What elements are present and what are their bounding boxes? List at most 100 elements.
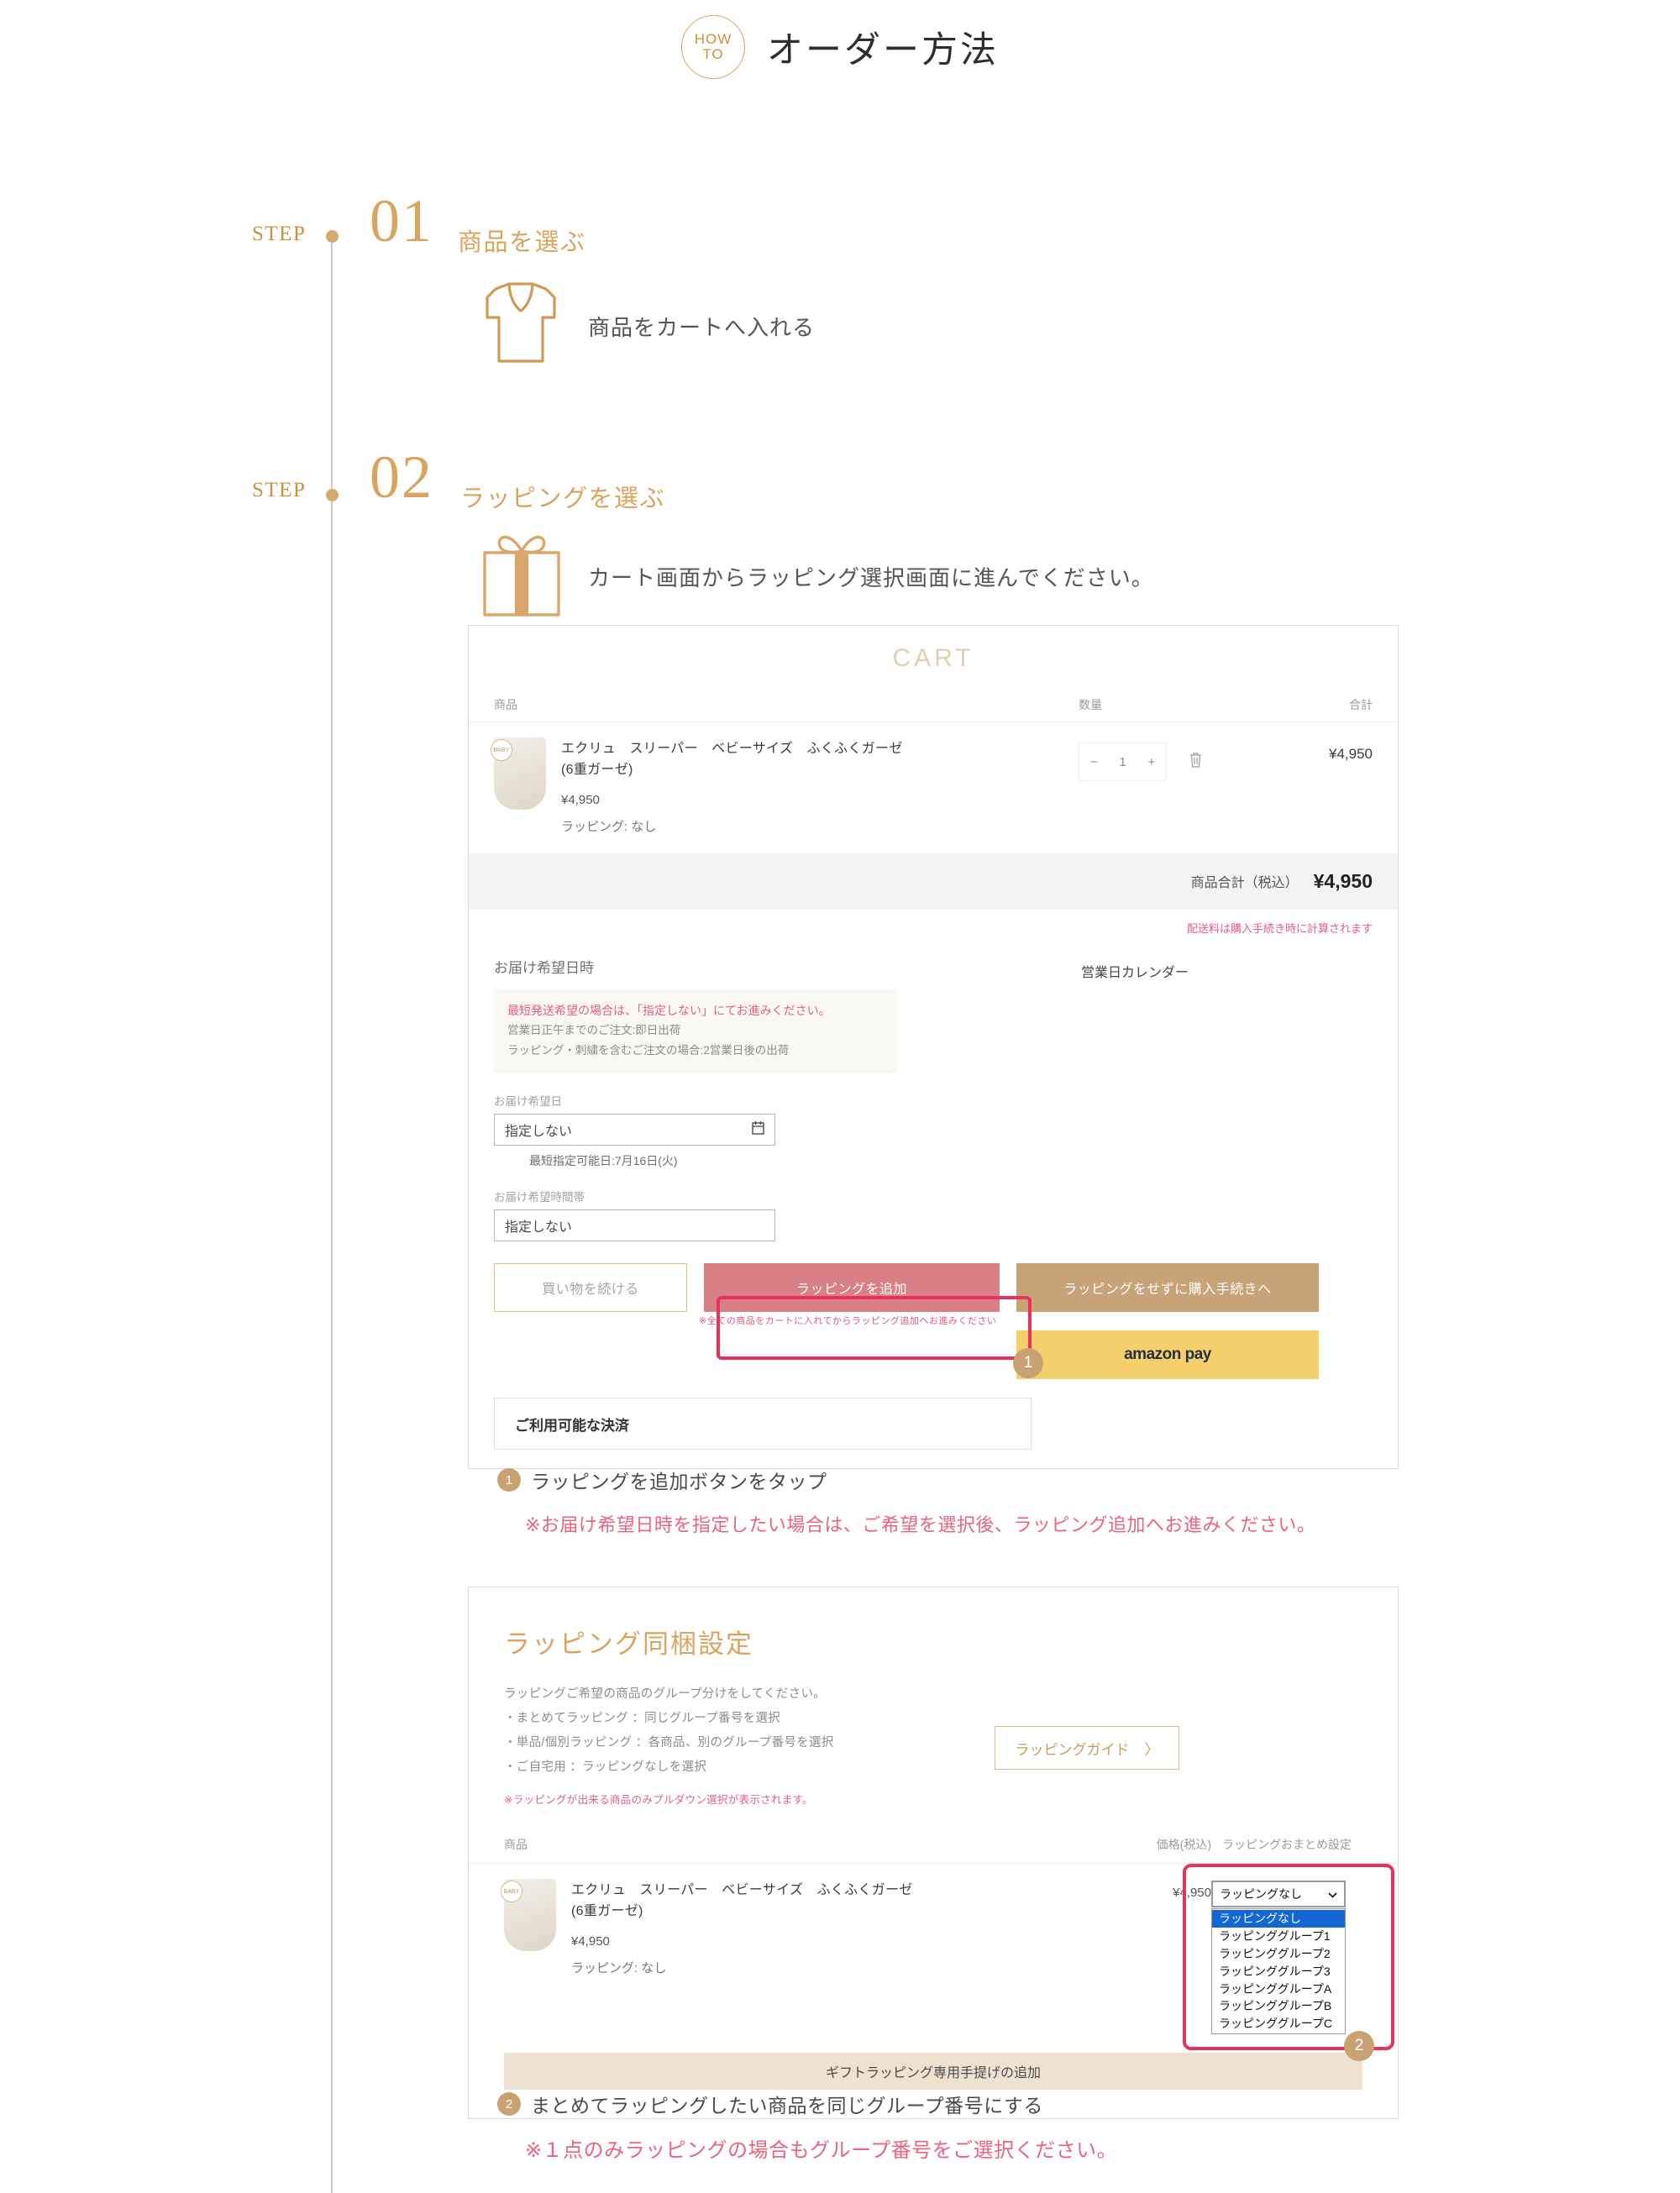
wrapping-table-header: 商品 価格(税込) ラッピングおまとめ設定 bbox=[469, 1811, 1398, 1863]
annotation-2-note: ※１点のみラッピングの場合もグループ番号をご選択ください。 bbox=[525, 2139, 1118, 2162]
delivery-heading: お届け希望日時 bbox=[494, 959, 594, 976]
wrapping-title: ラッピング同梱設定 bbox=[504, 1629, 753, 1659]
calendar-icon[interactable] bbox=[752, 1120, 764, 1139]
trash-icon[interactable] bbox=[1189, 752, 1203, 773]
qty-increase-button[interactable]: + bbox=[1137, 755, 1166, 769]
delivery-date-value: 指定しない bbox=[505, 1125, 573, 1140]
step1-number: 01 bbox=[370, 187, 433, 254]
cart-col-product: 商品 bbox=[494, 698, 517, 711]
chevron-right-icon: 〉 bbox=[1144, 1741, 1159, 1758]
wrapping-item-thumbnail[interactable]: BABY bbox=[501, 1879, 556, 1951]
baby-badge: BABY bbox=[491, 739, 512, 761]
subtotal-value: ¥4,950 bbox=[1313, 869, 1373, 892]
cart-subtotal-bar: 商品合計（税込） ¥4,950 bbox=[469, 853, 1398, 910]
cart-item-info: エクリュ スリーパー ベビーサイズ ふくふくガーゼ(6重ガーゼ) ¥4,950 … bbox=[561, 737, 1079, 835]
cart-col-qty: 数量 bbox=[1079, 698, 1102, 711]
delivery-right: 営業日カレンダー bbox=[897, 956, 1373, 1242]
annotation-2-text: まとめてラッピングしたい商品を同じグループ番号にする bbox=[531, 2095, 1043, 2117]
right-button-stack: ラッピングをせずに購入手続きへ amazon pay bbox=[1016, 1263, 1319, 1380]
wrapping-item-name[interactable]: エクリュ スリーパー ベビーサイズ ふくふくガーゼ(6重ガーゼ) bbox=[571, 1881, 924, 1923]
delivery-date-label: お届け希望日 bbox=[494, 1095, 562, 1109]
step1-title: 商品を選ぶ bbox=[458, 229, 586, 256]
cart-item-thumbnail[interactable]: BABY bbox=[491, 737, 546, 810]
wrapping-option-3[interactable]: ラッピンググループ3 bbox=[1212, 1963, 1345, 1981]
delivery-notice-box: 最短発送希望の場合は、「指定しない」にてお進みください。 営業日正午までのご注文… bbox=[494, 988, 897, 1074]
wrapping-item-wrapping: ラッピング: なし bbox=[571, 1960, 667, 1975]
page-header: HOW TO オーダー方法 bbox=[0, 15, 1680, 79]
wrapping-guide-button[interactable]: ラッピングガイド 〉 bbox=[995, 1726, 1179, 1770]
wrapping-col-product: 商品 bbox=[504, 1838, 528, 1851]
payment-methods-heading: ご利用可能な決済 bbox=[515, 1417, 629, 1434]
amazon-pay-button[interactable]: amazon pay bbox=[1016, 1330, 1319, 1380]
add-wrapping-label: ラッピングを追加 bbox=[795, 1283, 907, 1298]
wrapping-screenshot: ラッピング同梱設定 ラッピングご希望の商品のグループ分けをしてください。 ・まと… bbox=[468, 1587, 1399, 2120]
delivery-time-value: 指定しない bbox=[505, 1220, 573, 1236]
wrapping-group-select[interactable]: ラッピングなし bbox=[1211, 1881, 1346, 1907]
page-title: オーダー方法 bbox=[767, 31, 999, 71]
wrapping-desc-line1: ラッピングご希望の商品のグループ分けをしてください。 bbox=[504, 1687, 827, 1701]
wrapping-description-text: ラッピングご希望の商品のグループ分けをしてください。 ・まとめてラッピング ：同… bbox=[504, 1682, 941, 1811]
wrapping-desc-red: ※ラッピングが出来る商品のみプルダウン選択が表示されます。 bbox=[504, 1794, 813, 1806]
annotation-1: 1 ラッピングを追加ボタンをタップ bbox=[497, 1466, 827, 1494]
delivery-time-input[interactable]: 指定しない bbox=[494, 1209, 775, 1242]
annotation-2-bubble: 2 bbox=[497, 2092, 521, 2116]
wrapping-item-row: BABY エクリュ スリーパー ベビーサイズ ふくふくガーゼ(6重ガーゼ) ¥4… bbox=[469, 1863, 1398, 2053]
cart-item-wrapping: ラッピング: なし bbox=[561, 819, 657, 834]
no-wrapping-checkout-button[interactable]: ラッピングをせずに購入手続きへ bbox=[1016, 1263, 1319, 1313]
qty-value[interactable]: 1 bbox=[1108, 755, 1137, 769]
marker-badge-2: 2 bbox=[1344, 2031, 1374, 2061]
delivery-date-input[interactable]: 指定しない bbox=[494, 1114, 775, 1146]
subtotal-label: 商品合計（税込） bbox=[1190, 876, 1299, 891]
timeline-line bbox=[325, 230, 339, 2193]
wrapping-desc-line3: ・単品/個別ラッピング ：各商品、別のグループ番号を選択 bbox=[504, 1736, 834, 1750]
wrapping-item-price: ¥4,950 bbox=[571, 1933, 610, 1949]
delivery-notice-line1: 営業日正午までのご注文:即日出荷 bbox=[507, 1024, 681, 1037]
timeline-dot-step1 bbox=[325, 230, 339, 243]
wrapping-option-1[interactable]: ラッピンググループ1 bbox=[1212, 1928, 1345, 1945]
wrapping-desc-line4: ・ご自宅用 ：ラッピングなしを選択 bbox=[504, 1760, 707, 1774]
add-wrapping-note: ※全ての商品をカートに入れてからラッピング追加へお進みください bbox=[699, 1316, 997, 1327]
chevron-down-icon[interactable] bbox=[1328, 1887, 1337, 1901]
payment-methods-box: ご利用可能な決済 bbox=[494, 1398, 1032, 1451]
add-wrapping-button[interactable]: ラッピングを追加 ※全ての商品をカートに入れてからラッピング追加へお進みください bbox=[699, 1263, 1000, 1326]
business-calendar-label: 営業日カレンダー bbox=[1080, 965, 1189, 980]
wrapping-col-price: 価格(税込) bbox=[1156, 1838, 1211, 1851]
cart-item-name[interactable]: エクリュ スリーパー ベビーサイズ ふくふくガーゼ(6重ガーゼ) bbox=[561, 739, 914, 781]
step2-caption: カート画面からラッピング選択画面に進んでください。 bbox=[588, 565, 1154, 590]
how-to-badge-line2: TO bbox=[702, 46, 724, 62]
gift-handle-bar-button[interactable]: ギフトラッピング専用手提げの追加 bbox=[504, 2053, 1362, 2091]
page-root: HOW TO オーダー方法 STEP 01 商品を選ぶ 商品をカートへ入れる S… bbox=[0, 0, 1680, 2193]
quantity-stepper[interactable]: − 1 + bbox=[1079, 742, 1167, 781]
qty-decrease-button[interactable]: − bbox=[1079, 755, 1108, 769]
wrapping-item-price-col: ¥4,950 bbox=[1173, 1886, 1211, 1900]
wrapping-option-0[interactable]: ラッピングなし bbox=[1212, 1910, 1345, 1928]
how-to-badge-icon: HOW TO bbox=[681, 15, 745, 79]
wrapping-item-info: エクリュ スリーパー ベビーサイズ ふくふくガーゼ(6重ガーゼ) ¥4,950 … bbox=[571, 1879, 1131, 1976]
delivery-notice-red: 最短発送希望の場合は、「指定しない」にてお進みください。 bbox=[507, 1003, 831, 1017]
delivery-section: お届け希望日時 最短発送希望の場合は、「指定しない」にてお進みください。 営業日… bbox=[469, 936, 1398, 1242]
wrapping-group-select-holder: ラッピングなし ラッピングなし ラッピンググループ1 ラッピンググループ2 ラッ… bbox=[1211, 1879, 1362, 2035]
gift-icon bbox=[476, 527, 569, 622]
wrapping-desc-line2: ・まとめてラッピング ：同じグループ番号を選択 bbox=[504, 1712, 781, 1725]
cart-qty-block: − 1 + bbox=[1079, 737, 1272, 781]
cart-item-price: ¥4,950 bbox=[561, 792, 600, 807]
delivery-notice-line2: ラッピング・刺繍を含むご注文の場合:2営業日後の出荷 bbox=[507, 1043, 790, 1057]
cart-title: CART bbox=[892, 644, 974, 672]
step1-caption: 商品をカートへ入れる bbox=[588, 315, 816, 340]
wrapping-option-6[interactable]: ラッピンググループC bbox=[1212, 2015, 1345, 2033]
cart-item-row: BABY エクリュ スリーパー ベビーサイズ ふくふくガーゼ(6重ガーゼ) ¥4… bbox=[469, 721, 1398, 853]
continue-shopping-button[interactable]: 買い物を続ける bbox=[494, 1263, 687, 1313]
wrapping-guide-label: ラッピングガイド bbox=[1015, 1741, 1130, 1758]
step2-title: ラッピングを選ぶ bbox=[460, 485, 666, 512]
step2-label: STEP bbox=[252, 479, 307, 501]
shirt-icon bbox=[470, 277, 571, 372]
wrapping-option-5[interactable]: ラッピンググループB bbox=[1212, 1997, 1345, 2015]
baby-badge: BABY bbox=[501, 1881, 522, 1902]
delivery-time-label: お届け希望時間帯 bbox=[494, 1191, 585, 1204]
annotation-1-text: ラッピングを追加ボタンをタップ bbox=[531, 1471, 827, 1493]
wrapping-option-4[interactable]: ラッピンググループA bbox=[1212, 1981, 1345, 1998]
wrapping-group-options-list[interactable]: ラッピングなし ラッピンググループ1 ラッピンググループ2 ラッピンググループ3… bbox=[1211, 1908, 1346, 2035]
annotation-1-bubble: 1 bbox=[497, 1468, 521, 1492]
wrapping-option-2[interactable]: ラッピンググループ2 bbox=[1212, 1945, 1345, 1963]
cart-screenshot: CART 商品 数量 合計 BABY エクリュ スリーパー ベビーサイズ ふくふ… bbox=[468, 625, 1399, 1470]
